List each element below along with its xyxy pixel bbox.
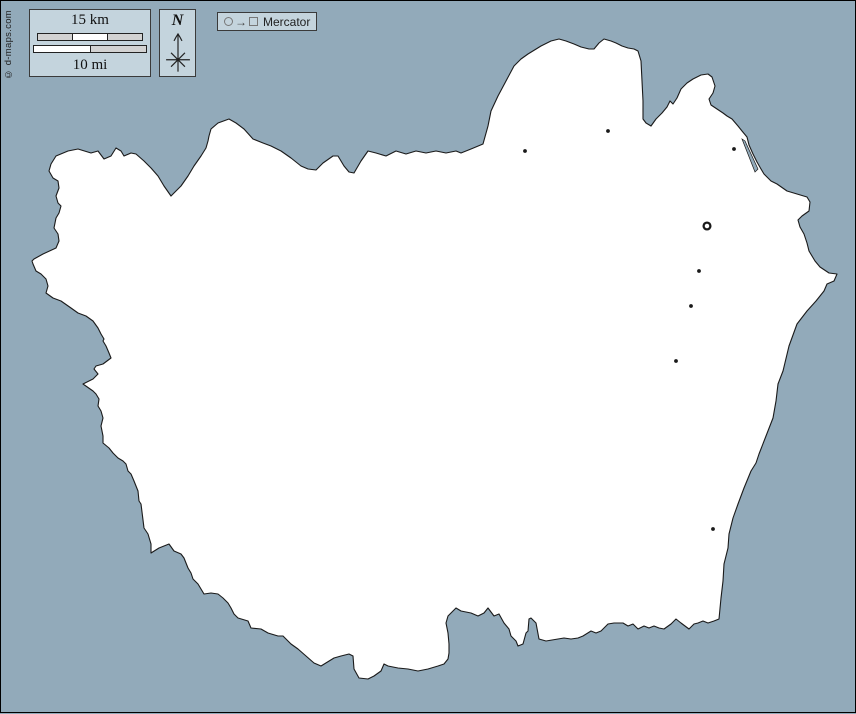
map-canvas <box>1 1 856 714</box>
dmaps-credit: © d-maps.com <box>3 10 14 80</box>
scale-bar-segment <box>107 34 142 40</box>
scale-bar-panel: 15 km 10 mi <box>29 9 151 77</box>
town-dot-marker <box>732 147 736 151</box>
circle-icon <box>224 17 233 26</box>
square-icon <box>249 17 258 26</box>
arrow-right-icon: → <box>235 16 247 28</box>
north-arrow-icon <box>162 30 194 76</box>
compass-panel: N <box>159 9 196 77</box>
scale-bar-segment <box>72 34 107 40</box>
town-dot-marker <box>697 269 701 273</box>
scale-km-bar <box>37 33 143 41</box>
north-label: N <box>172 12 184 30</box>
scale-bar-segment <box>90 46 147 52</box>
scale-km-label: 15 km <box>71 12 109 29</box>
scale-bar-segment <box>34 46 90 52</box>
town-dot-marker <box>674 359 678 363</box>
town-dot-marker <box>523 149 527 153</box>
city-ring-marker <box>704 223 711 230</box>
projection-legend: → Mercator <box>217 12 317 31</box>
landmass-outline <box>32 39 837 679</box>
scale-mi-bar <box>33 45 147 53</box>
projection-label: Mercator <box>263 15 310 29</box>
scale-mi-label: 10 mi <box>73 57 108 74</box>
town-dot-marker <box>689 304 693 308</box>
town-dot-marker <box>711 527 715 531</box>
town-dot-marker <box>606 129 610 133</box>
scale-bar-segment <box>38 34 72 40</box>
